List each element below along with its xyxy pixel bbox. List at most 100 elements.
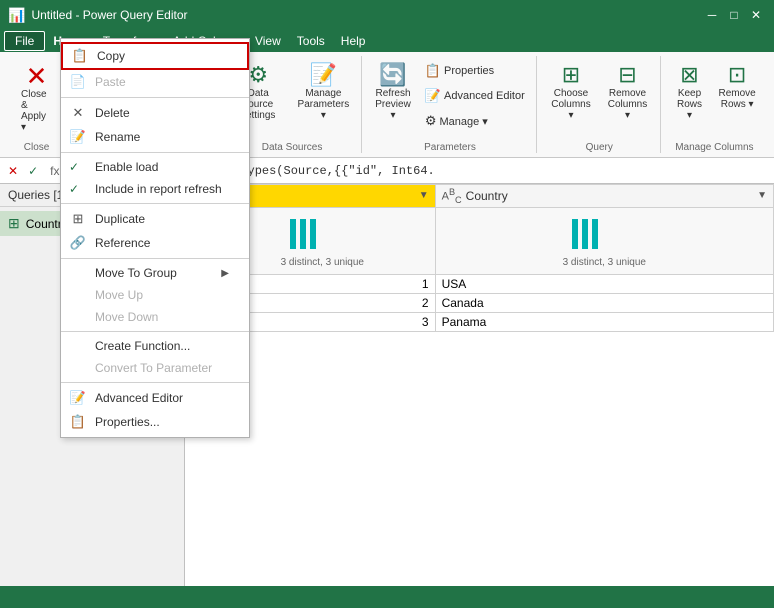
ctx-include-refresh-label: Include in report refresh — [95, 182, 222, 196]
ctx-sep-4 — [61, 258, 249, 259]
ctx-paste-label: Paste — [95, 75, 126, 89]
paste-icon: 📄 — [69, 74, 87, 90]
close-window-button[interactable]: ✕ — [746, 5, 766, 25]
ctx-create-function[interactable]: Create Function... — [61, 335, 249, 357]
datasource-settings-icon: ⚙ — [248, 62, 268, 88]
table-row: 3 3 Panama — [186, 312, 774, 331]
country-cell-2: Canada — [435, 293, 773, 312]
remove-rows-label: RemoveRows ▾ — [719, 88, 756, 110]
maximize-button[interactable]: □ — [724, 5, 744, 25]
formula-bar-buttons: ✕ ✓ — [4, 162, 42, 180]
properties-ctx-icon: 📋 — [69, 414, 87, 430]
delete-icon: ✕ — [69, 105, 87, 121]
ribbon-group-reduce-rows: ⊠ KeepRows ▾ ⊡ RemoveRows ▾ Manage Colum… — [663, 56, 766, 153]
ctx-delete-label: Delete — [95, 106, 130, 120]
duplicate-icon: ⊞ — [69, 211, 87, 227]
data-grid[interactable]: 123 id ▼ ABC Country — [185, 184, 774, 586]
ctx-include-refresh[interactable]: ✓ Include in report refresh — [61, 178, 249, 200]
table-row: 1 1 USA — [186, 274, 774, 293]
ctx-copy-label: Copy — [97, 49, 125, 63]
manage-params-button[interactable]: 📝 ManageParameters ▾ — [292, 58, 356, 125]
menu-file[interactable]: File — [4, 31, 45, 51]
manage-params-label: ManageParameters ▾ — [297, 88, 351, 121]
ctx-paste[interactable]: 📄 Paste — [61, 70, 249, 94]
country-column-header[interactable]: ABC Country ▼ — [435, 185, 773, 208]
ribbon-group-manage-columns: ⊞ ChooseColumns ▾ ⊟ RemoveColumns ▾ Quer… — [539, 56, 661, 153]
title-text: Untitled - Power Query Editor — [31, 8, 187, 22]
menu-help[interactable]: Help — [333, 32, 374, 50]
ctx-move-up[interactable]: Move Up — [61, 284, 249, 306]
close-apply-button[interactable]: ✕ Close & Apply ▾ — [14, 58, 59, 138]
query-table-icon: ⊞ — [8, 215, 20, 232]
close-icon: ✕ — [26, 63, 48, 89]
ctx-copy[interactable]: 📋 Copy — [61, 42, 249, 70]
ctx-advanced-editor[interactable]: 📝 Advanced Editor — [61, 386, 249, 410]
ctx-move-to-group[interactable]: Move To Group ▶ — [61, 262, 249, 284]
properties-button[interactable]: 📋 Properties — [420, 60, 530, 82]
ctx-enable-load-label: Enable load — [95, 160, 158, 174]
reference-icon: 🔗 — [69, 235, 87, 251]
country-stat-text: 3 distinct, 3 unique — [444, 257, 765, 268]
ctx-convert-param[interactable]: Convert To Parameter — [61, 357, 249, 379]
advanced-editor-icon: 📝 — [425, 88, 441, 104]
remove-rows-button[interactable]: ⊡ RemoveRows ▾ — [714, 58, 760, 114]
remove-columns-button[interactable]: ⊟ RemoveColumns ▾ — [601, 58, 654, 125]
manage-label: Manage ▾ — [439, 115, 487, 128]
close-group-items: ✕ Close & Apply ▾ — [14, 56, 59, 140]
manage-columns-group-label: Query — [586, 140, 613, 153]
choose-columns-label: ChooseColumns ▾ — [550, 88, 593, 121]
manage-button[interactable]: ⚙ Manage ▾ — [420, 110, 530, 132]
close-group-label: Close — [24, 140, 50, 153]
menu-view[interactable]: View — [247, 32, 289, 50]
ctx-move-down-label: Move Down — [95, 310, 158, 324]
remove-columns-label: RemoveColumns ▾ — [606, 88, 649, 121]
formula-cancel-button[interactable]: ✕ — [4, 162, 22, 180]
country-cell-1: USA — [435, 274, 773, 293]
advanced-editor-label: Advanced Editor — [444, 90, 525, 102]
ctx-sep-3 — [61, 203, 249, 204]
minimize-button[interactable]: ─ — [702, 5, 722, 25]
advanced-editor-button[interactable]: 📝 Advanced Editor — [420, 85, 530, 107]
keep-rows-icon: ⊠ — [680, 62, 698, 88]
queries-title: Queries [1] — [8, 188, 67, 202]
title-bar: 📊 Untitled - Power Query Editor ─ □ ✕ — [0, 0, 774, 30]
manage-params-icon: 📝 — [310, 62, 337, 88]
ribbon-group-parameters: 🔄 RefreshPreview ▾ 📋 Properties 📝 Advanc… — [364, 56, 536, 153]
keep-rows-button[interactable]: ⊠ KeepRows ▾ — [669, 58, 711, 125]
menu-tools[interactable]: Tools — [289, 32, 333, 50]
ctx-sep-6 — [61, 382, 249, 383]
country-type-badge: ABC — [442, 187, 462, 205]
refresh-preview-button[interactable]: 🔄 RefreshPreview ▾ — [370, 58, 416, 125]
ctx-delete[interactable]: ✕ Delete — [61, 101, 249, 125]
close-apply-label-bot: Apply ▾ — [21, 111, 52, 133]
refresh-preview-label: RefreshPreview ▾ — [375, 88, 411, 121]
country-header-content: ABC Country ▼ — [442, 187, 767, 205]
reduce-rows-items: ⊠ KeepRows ▾ ⊡ RemoveRows ▾ — [669, 56, 760, 140]
ctx-duplicate-label: Duplicate — [95, 212, 145, 226]
country-col-dropdown-icon[interactable]: ▼ — [757, 190, 767, 201]
formula-accept-button[interactable]: ✓ — [24, 162, 42, 180]
ctx-sep-5 — [61, 331, 249, 332]
data-sources-group-label: Data Sources — [262, 140, 323, 153]
adv-editor-icon: 📝 — [69, 390, 87, 406]
queries-panel: Queries [1] ◀ ⊞ Countries 📋 Copy 📄 Paste… — [0, 184, 185, 586]
app-icon: 📊 — [8, 7, 25, 24]
ctx-advanced-editor-label: Advanced Editor — [95, 391, 183, 405]
country-stat-cell: 3 distinct, 3 unique — [435, 207, 773, 274]
country-bar-chart — [564, 214, 644, 254]
data-area: 123 id ▼ ABC Country — [185, 184, 774, 586]
ctx-reference[interactable]: 🔗 Reference — [61, 231, 249, 255]
choose-columns-button[interactable]: ⊞ ChooseColumns ▾ — [545, 58, 598, 125]
ctx-properties[interactable]: 📋 Properties... — [61, 410, 249, 434]
ctx-move-down[interactable]: Move Down — [61, 306, 249, 328]
ctx-rename[interactable]: 📝 Rename — [61, 125, 249, 149]
ctx-sep-2 — [61, 152, 249, 153]
ribbon-group-close: ✕ Close & Apply ▾ Close — [8, 56, 66, 153]
ctx-duplicate[interactable]: ⊞ Duplicate — [61, 207, 249, 231]
id-col-dropdown-icon[interactable]: ▼ — [419, 190, 429, 201]
fx-label: fx — [50, 164, 59, 178]
ctx-move-up-label: Move Up — [95, 288, 143, 302]
properties-icon: 📋 — [425, 63, 441, 79]
ctx-reference-label: Reference — [95, 236, 150, 250]
ctx-enable-load[interactable]: ✓ Enable load — [61, 156, 249, 178]
